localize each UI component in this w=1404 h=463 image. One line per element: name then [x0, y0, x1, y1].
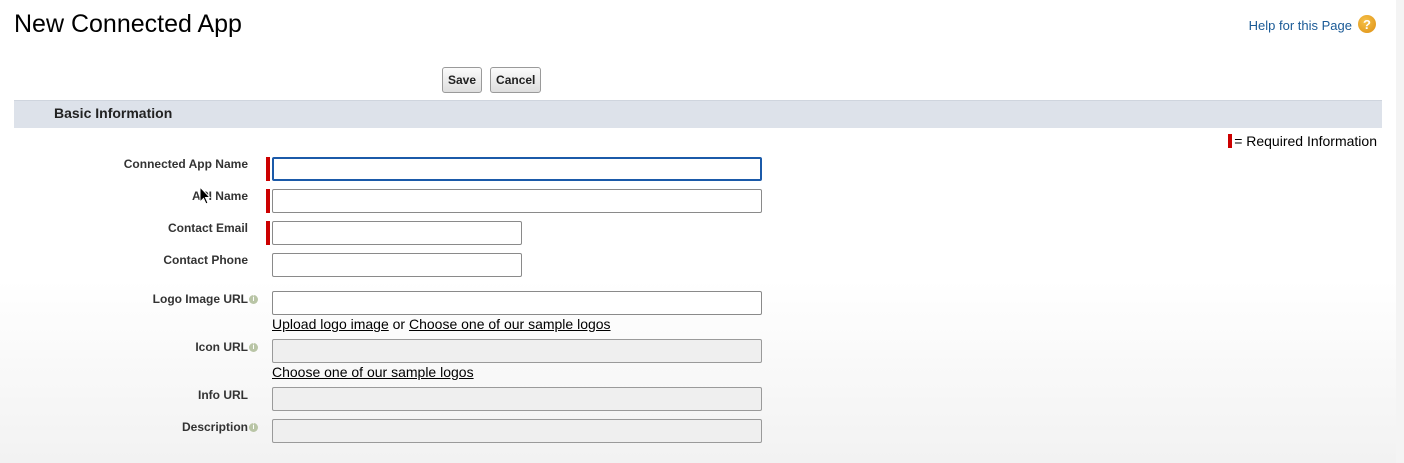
required-legend-text: = Required Information	[1234, 133, 1377, 149]
required-marker	[266, 221, 270, 245]
section-title: Basic Information	[54, 105, 173, 121]
description-input[interactable]	[272, 419, 762, 443]
logo-image-url-label-text: Logo Image URL	[152, 292, 248, 306]
connected-app-name-label: Connected App Name	[124, 157, 248, 171]
required-marker	[266, 189, 270, 213]
description-label-text: Description	[181, 420, 248, 434]
contact-phone-input[interactable]	[272, 253, 522, 277]
api-name-input[interactable]	[272, 189, 762, 213]
contact-email-label: Contact Email	[168, 221, 248, 235]
toolbar: Save Cancel	[442, 67, 542, 93]
cancel-button[interactable]: Cancel	[490, 67, 542, 93]
contact-email-input[interactable]	[272, 221, 522, 245]
connected-app-name-input[interactable]	[272, 157, 762, 181]
icon-sample-logos-link[interactable]: Choose one of our sample logos	[272, 364, 474, 380]
or-text: or	[392, 316, 406, 332]
connected-app-name-label-text: Connected App Name	[123, 157, 248, 171]
required-indicator-icon	[1228, 134, 1233, 148]
info-url-input[interactable]	[272, 387, 762, 411]
info-icon[interactable]: i	[249, 342, 258, 352]
contact-phone-label: Contact Phone	[163, 253, 248, 267]
icon-url-input[interactable]	[272, 339, 762, 363]
mouse-cursor-icon	[199, 186, 211, 205]
save-button[interactable]: Save	[442, 67, 483, 93]
contact-phone-label-text: Contact Phone	[163, 253, 248, 267]
icon-links: Choose one of our sample logos	[272, 364, 474, 380]
icon-url-label: Icon URL i	[195, 340, 258, 354]
sample-logos-link[interactable]: Choose one of our sample logos	[409, 316, 611, 332]
upload-logo-link[interactable]: Upload logo image	[272, 316, 389, 332]
help-area: Help for this Page ?	[1249, 15, 1376, 33]
required-legend: = Required Information	[1228, 133, 1377, 149]
info-icon[interactable]: i	[249, 294, 258, 304]
logo-image-url-label: Logo Image URL i	[153, 292, 258, 306]
info-icon[interactable]: i	[249, 422, 258, 432]
logo-image-url-input[interactable]	[272, 291, 762, 315]
help-link[interactable]: Help for this Page	[1249, 18, 1352, 33]
info-url-label: Info URL	[198, 388, 248, 402]
icon-url-label-text: Icon URL	[195, 340, 248, 354]
description-label: Description i	[182, 420, 258, 434]
required-marker	[266, 157, 270, 181]
section-header: Basic Information	[14, 100, 1382, 128]
info-url-label-text: Info URL	[198, 388, 248, 402]
contact-email-label-text: Contact Email	[167, 221, 248, 235]
logo-links: Upload logo image or Choose one of our s…	[272, 316, 611, 332]
help-icon[interactable]: ?	[1358, 15, 1376, 33]
scrollbar-track[interactable]	[1396, 0, 1404, 463]
page-title: New Connected App	[14, 10, 242, 38]
